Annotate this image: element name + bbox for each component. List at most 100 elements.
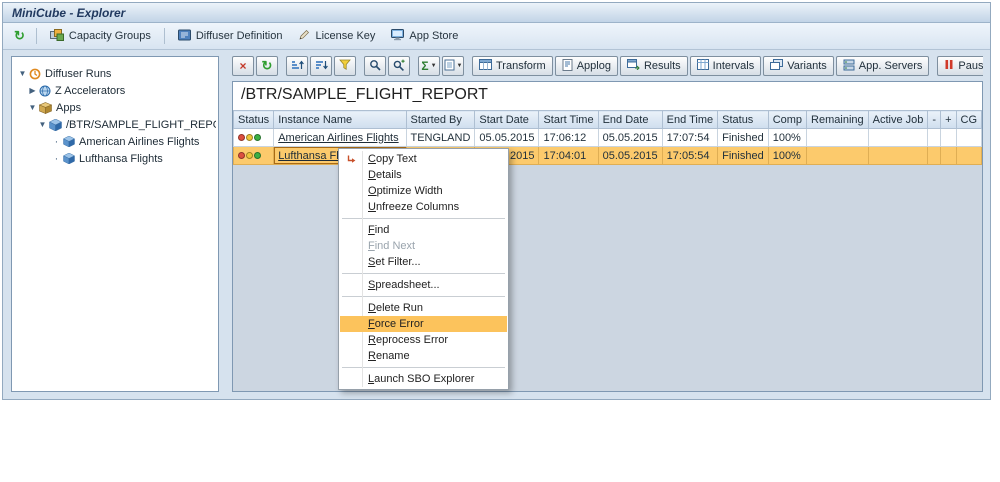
column-header[interactable]: End Date xyxy=(598,111,662,129)
menu-item-launch-sbo-explorer[interactable]: Launch SBO Explorer xyxy=(340,371,507,387)
app-store-button[interactable]: App Store xyxy=(384,27,465,46)
intervals-label: Intervals xyxy=(713,60,755,72)
variants-button[interactable]: Variants xyxy=(763,56,834,76)
panel-splitter[interactable] xyxy=(223,56,228,392)
tree-item-label[interactable]: Diffuser Runs xyxy=(45,68,111,80)
menu-item-optimize-width[interactable]: Optimize Width xyxy=(340,183,507,199)
close-button[interactable]: × xyxy=(232,56,254,76)
tree-item-label[interactable]: American Airlines Flights xyxy=(79,136,199,148)
menu-item-reprocess-error[interactable]: Reprocess Error xyxy=(340,332,507,348)
menu-item-copy-text[interactable]: Copy Text xyxy=(340,151,507,167)
filter-button[interactable] xyxy=(334,56,356,76)
comp-cell: 100% xyxy=(768,147,806,165)
menu-item-label: Launch SBO Explorer xyxy=(368,371,507,387)
traffic-light-icon xyxy=(238,152,261,159)
pause-icon xyxy=(944,59,954,73)
instance-link[interactable]: American Airlines Flights xyxy=(278,132,398,144)
column-header[interactable]: Status xyxy=(234,111,274,129)
apps-icon xyxy=(39,102,52,114)
expand-arrow-icon[interactable]: ▶ xyxy=(27,86,38,95)
column-header[interactable]: End Time xyxy=(662,111,717,129)
menu-item-delete-run[interactable]: Delete Run xyxy=(340,300,507,316)
red-light-icon xyxy=(238,134,245,141)
window-title: MiniCube - Explorer xyxy=(12,6,125,20)
cube-icon xyxy=(63,136,75,147)
applog-button[interactable]: Applog xyxy=(555,56,618,76)
app-servers-button[interactable]: App. Servers xyxy=(836,56,930,76)
main-toolbar: ↻ Capacity Groups Diffuser Definition Li… xyxy=(3,23,990,50)
find-next-icon xyxy=(393,59,405,74)
collapse-arrow-icon[interactable]: ▼ xyxy=(37,120,48,129)
tree-item-apps[interactable]: ▼ Apps xyxy=(14,99,216,116)
column-header[interactable]: Comp xyxy=(768,111,806,129)
menu-item-force-error[interactable]: Force Error xyxy=(340,316,507,332)
plus-cell xyxy=(941,147,956,165)
find-icon xyxy=(369,59,381,74)
diffuser-definition-button[interactable]: Diffuser Definition xyxy=(171,27,290,46)
sum-icon: Σ xyxy=(421,61,428,72)
column-header[interactable]: Start Date xyxy=(475,111,539,129)
sort-descending-button[interactable] xyxy=(310,56,332,76)
context-menu: Copy Text Details Optimize Width Unfreez… xyxy=(338,148,509,390)
column-header[interactable]: Status xyxy=(718,111,769,129)
column-header[interactable]: Start Time xyxy=(539,111,598,129)
menu-item-spreadsheet[interactable]: Spreadsheet... xyxy=(340,277,507,293)
red-light-icon xyxy=(238,152,245,159)
results-button[interactable]: Results xyxy=(620,56,688,76)
table-row[interactable]: American Airlines Flights TENGLAND 05.05… xyxy=(234,129,982,147)
column-header[interactable]: Started By xyxy=(406,111,475,129)
column-header[interactable]: + xyxy=(941,111,956,129)
tree-item-label[interactable]: /BTR/SAMPLE_FLIGHT_REPOR xyxy=(66,119,216,131)
app-store-label: App Store xyxy=(409,30,458,42)
tree-item-diffuser-runs[interactable]: ▼ Diffuser Runs xyxy=(14,65,216,82)
close-icon: × xyxy=(239,61,246,71)
tree-item-flight-report[interactable]: ▼ /BTR/SAMPLE_FLIGHT_REPOR xyxy=(14,116,216,133)
license-key-button[interactable]: License Key xyxy=(291,27,382,46)
active-job-cell xyxy=(868,147,928,165)
tree-item-label[interactable]: Z Accelerators xyxy=(55,85,125,97)
tree-item-z-accelerators[interactable]: ▶ Z Accelerators xyxy=(14,82,216,99)
variants-label: Variants xyxy=(787,60,827,72)
tree-item-label[interactable]: Lufthansa Flights xyxy=(79,153,163,165)
transform-button[interactable]: Transform xyxy=(472,56,553,76)
collapse-arrow-icon[interactable]: ▼ xyxy=(17,69,28,78)
capacity-groups-button[interactable]: Capacity Groups xyxy=(43,27,158,46)
intervals-button[interactable]: Intervals xyxy=(690,56,762,76)
column-header[interactable]: - xyxy=(928,111,941,129)
tree-item-american-airlines[interactable]: · American Airlines Flights xyxy=(14,133,216,150)
pause-button[interactable]: Pause xyxy=(937,56,983,76)
refresh-button[interactable]: ↻ xyxy=(9,28,30,44)
instance-name-cell[interactable]: American Airlines Flights xyxy=(274,129,406,147)
collapse-arrow-icon[interactable]: ▼ xyxy=(27,103,38,112)
status-cell xyxy=(234,129,274,147)
export-button[interactable]: ▼ xyxy=(442,56,464,76)
plus-cell xyxy=(941,129,956,147)
sort-ascending-button[interactable] xyxy=(286,56,308,76)
find-next-button[interactable] xyxy=(388,56,410,76)
refresh-grid-button[interactable]: ↻ xyxy=(256,56,278,76)
menu-item-set-filter[interactable]: Set Filter... xyxy=(340,254,507,270)
column-header[interactable]: Remaining xyxy=(807,111,869,129)
toolbar-separator xyxy=(164,28,165,44)
menu-item-find[interactable]: Find xyxy=(340,222,507,238)
menu-item-rename[interactable]: Rename xyxy=(340,348,507,364)
tree-item-label[interactable]: Apps xyxy=(56,102,81,114)
status-cell xyxy=(234,147,274,165)
export-icon xyxy=(444,59,455,74)
end-date-cell: 05.05.2015 xyxy=(598,129,662,147)
menu-item-unfreeze-columns[interactable]: Unfreeze Columns xyxy=(340,199,507,215)
grid-toolbar: × ↻ Σ▼ ▼ Transform Applog xyxy=(232,56,983,76)
column-header[interactable]: Instance Name xyxy=(274,111,406,129)
menu-item-details[interactable]: Details xyxy=(340,167,507,183)
capacity-groups-icon xyxy=(50,29,64,44)
column-header[interactable]: Active Job xyxy=(868,111,928,129)
find-button[interactable] xyxy=(364,56,386,76)
sum-button[interactable]: Σ▼ xyxy=(418,56,440,76)
column-header[interactable]: CG xyxy=(956,111,982,129)
results-label: Results xyxy=(644,60,681,72)
menu-item-label: Rename xyxy=(368,348,507,364)
tree-item-lufthansa[interactable]: · Lufthansa Flights xyxy=(14,150,216,167)
menu-item-label: Details xyxy=(368,167,507,183)
diffuser-definition-icon xyxy=(178,29,191,44)
license-key-label: License Key xyxy=(315,30,375,42)
